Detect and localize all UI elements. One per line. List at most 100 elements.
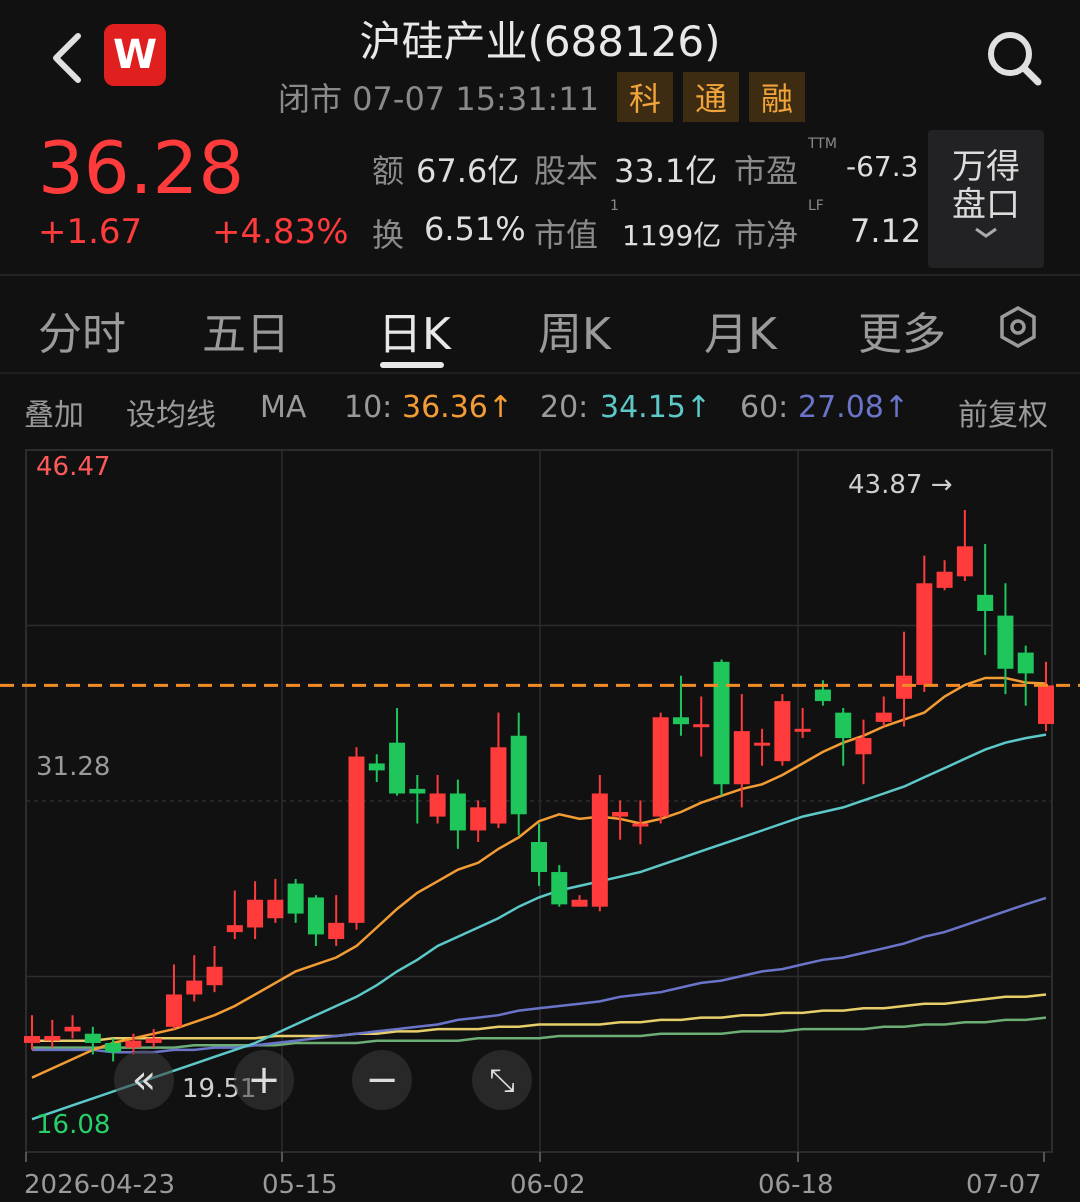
search-icon[interactable]	[984, 28, 1044, 88]
candle-body	[875, 712, 892, 722]
settings-hexagon-icon[interactable]	[996, 305, 1040, 349]
candle-body	[226, 925, 243, 933]
candle-body	[551, 872, 568, 905]
candle-body	[531, 842, 547, 873]
page-title: 沪硅产业(688126)	[359, 17, 721, 66]
y-max-label: 46.47	[36, 452, 111, 482]
wind-label: 万得	[952, 147, 1020, 187]
high-marker: 43.87 →	[848, 470, 953, 500]
y-min-label: 16.08	[36, 1110, 111, 1140]
orderbook-label: 盘口	[952, 185, 1020, 225]
pb-lf-sup: LF	[808, 198, 824, 214]
set-ma-button[interactable]: 设均线	[126, 390, 216, 434]
candle-body	[328, 922, 345, 940]
candle-body	[449, 793, 466, 831]
tab-monthly-k[interactable]: 月K	[704, 298, 777, 362]
candle-body	[287, 883, 304, 914]
market-status: 闭市 07-07 15:31:11	[278, 80, 600, 118]
tag-star-market[interactable]: 科	[617, 72, 673, 122]
candle-body	[307, 897, 324, 935]
candle-body	[956, 546, 973, 577]
y-mid-label: 31.28	[36, 752, 111, 782]
ma10-label: 10:	[344, 390, 393, 425]
candle-body	[64, 1026, 81, 1032]
ma60-line	[32, 896, 1047, 1054]
candle-body	[814, 689, 831, 702]
tab-weekly-k[interactable]: 周K	[538, 298, 611, 362]
mcap-label: 市值	[534, 216, 599, 254]
pb-label: 市净	[734, 216, 799, 254]
candle-body	[713, 661, 730, 785]
candle-body	[84, 1033, 101, 1043]
tab-intraday[interactable]: 分时	[38, 298, 126, 362]
last-price: 36.28	[38, 126, 245, 210]
candle-body	[693, 724, 710, 728]
candle-body	[916, 583, 933, 685]
candle-body	[977, 594, 994, 612]
candle-body	[1017, 652, 1034, 674]
ma60-label: 60:	[740, 390, 789, 425]
ma-label[interactable]: MA	[260, 390, 306, 425]
pe-ttm-sup: TTM	[808, 136, 837, 152]
ma10-value: 36.36↑	[402, 390, 514, 425]
tag-connect[interactable]: 通	[683, 72, 739, 122]
ma250-line	[32, 1016, 1047, 1049]
candle-body	[389, 742, 406, 794]
ma60-value: 27.08↑	[798, 390, 910, 425]
pe-label: 市盈	[734, 152, 799, 190]
candle-body	[105, 1042, 122, 1053]
chevron-down-icon	[975, 227, 997, 238]
candle-body	[267, 899, 284, 919]
overlay-button[interactable]: 叠加	[24, 390, 84, 434]
ma120-line	[32, 993, 1047, 1042]
candle-body	[652, 717, 669, 817]
candle-body	[24, 1036, 40, 1043]
turnover-value: 6.51%	[424, 210, 526, 248]
candle-body	[612, 811, 629, 817]
candle-body	[470, 807, 487, 831]
shares-label: 股本	[534, 152, 599, 190]
candle-body	[591, 793, 608, 907]
candle-body	[835, 712, 852, 739]
candle-body	[936, 571, 953, 588]
tab-more[interactable]: 更多	[858, 298, 946, 362]
tag-margin[interactable]: 融	[749, 72, 805, 122]
ma20-value: 34.15↑	[600, 390, 712, 425]
candle-body	[348, 756, 365, 923]
candle-body	[794, 728, 811, 732]
candle-body	[754, 742, 771, 746]
pe-value: -67.3	[846, 150, 919, 183]
candle-body	[896, 675, 913, 699]
zoom-in-button[interactable]: +	[234, 1050, 294, 1110]
candle-body	[1038, 685, 1054, 724]
x-tick-label: 2026-04-23	[24, 1170, 176, 1200]
active-tab-indicator	[380, 362, 444, 368]
x-tick-label: 06-02	[510, 1170, 586, 1200]
candle-body	[206, 966, 223, 986]
candle-body	[997, 615, 1014, 669]
candle-body	[186, 980, 203, 995]
candle-body	[145, 1038, 162, 1043]
wind-orderbook-button[interactable]: 万得 盘口	[928, 130, 1044, 268]
candle-body	[571, 899, 588, 907]
x-tick-label: 06-18	[758, 1170, 834, 1200]
turnover-label: 换	[372, 216, 405, 254]
price-change-pct: +4.83%	[212, 212, 349, 252]
candle-body	[368, 763, 385, 771]
price-change: +1.67	[38, 212, 143, 252]
amount-value: 67.6亿	[416, 152, 520, 190]
tab-daily-k[interactable]: 日K	[378, 298, 451, 362]
fullscreen-button[interactable]: ⤡	[472, 1050, 532, 1110]
candle-body	[165, 994, 182, 1027]
candle-body	[247, 899, 264, 928]
zoom-out-button[interactable]: −	[352, 1050, 412, 1110]
divider	[0, 372, 1080, 374]
scroll-left-button[interactable]: «	[114, 1050, 174, 1110]
adjust-mode[interactable]: 前复权	[958, 390, 1048, 434]
amount-label: 额	[372, 152, 405, 190]
tab-five-day[interactable]: 五日	[202, 298, 290, 362]
ma20-label: 20:	[540, 390, 589, 425]
ma20-line	[31, 733, 1047, 1121]
candle-body	[632, 823, 649, 827]
candle-body	[409, 788, 426, 794]
